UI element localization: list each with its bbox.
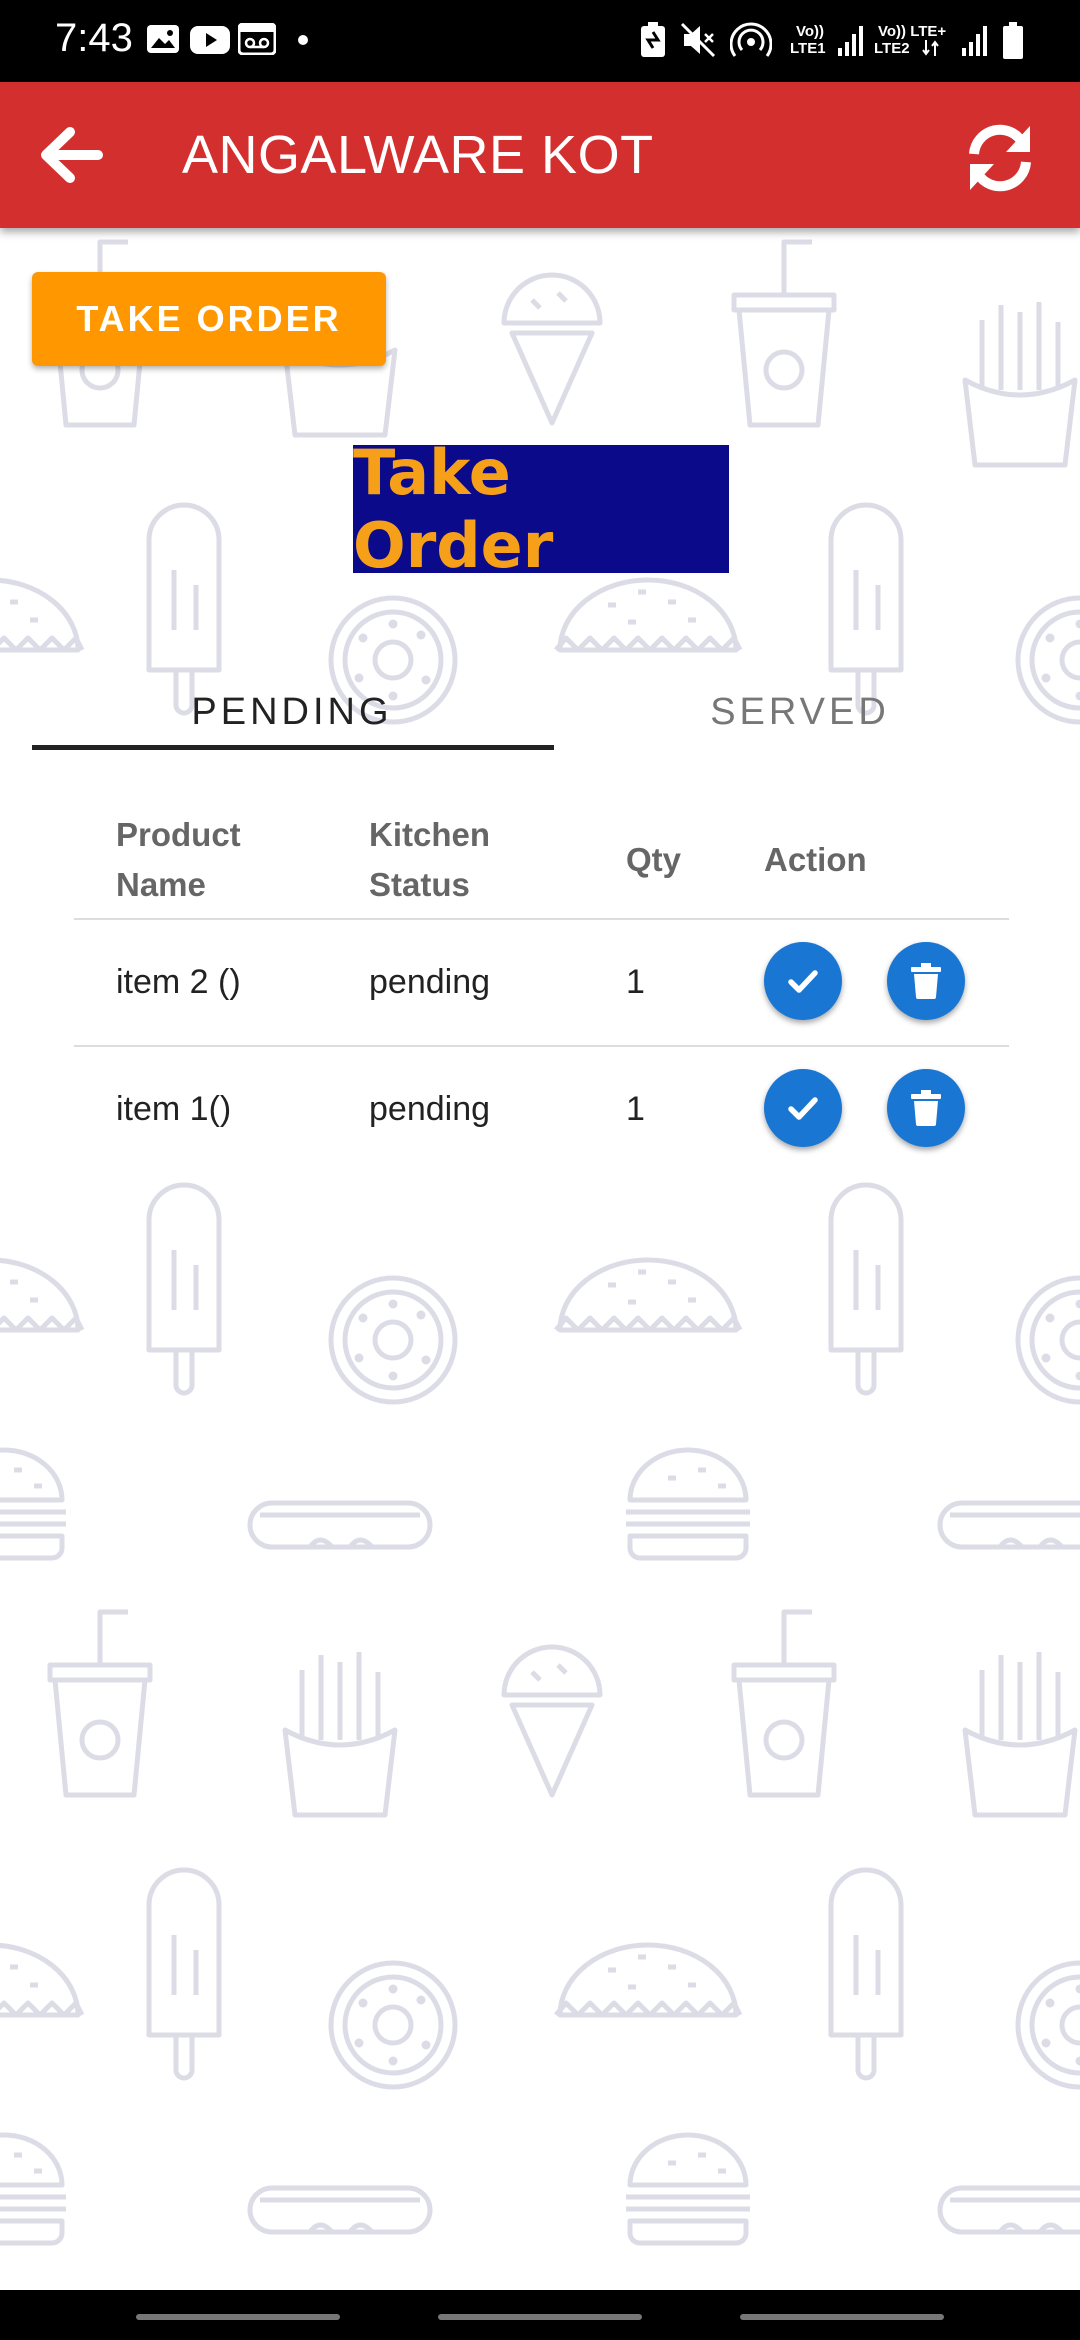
- arrow-left-icon: [41, 127, 103, 183]
- status-time: 7:43: [55, 16, 133, 60]
- sync-icon: [969, 124, 1031, 192]
- voicemail-icon: [238, 23, 276, 55]
- column-header-action: Action: [764, 841, 867, 878]
- product-name-cell: item 2 (): [116, 963, 241, 1001]
- kitchen-status-cell: pending: [369, 1090, 491, 1128]
- qty-cell: 1: [626, 963, 645, 1001]
- delete-item-button[interactable]: [887, 1069, 965, 1147]
- page-heading: Take Order: [353, 436, 729, 582]
- mark-served-button[interactable]: [764, 1069, 842, 1147]
- tab-served[interactable]: SERVED: [540, 662, 1060, 762]
- trash-icon: [911, 1090, 941, 1126]
- column-header-qty: Qty: [626, 841, 682, 878]
- kitchen-status-cell: pending: [369, 963, 491, 1001]
- table-header: Product Name Kitchen Status Qty Action: [74, 790, 1009, 920]
- battery-saver-icon: [641, 22, 665, 57]
- tab-indicator: [32, 745, 554, 750]
- column-header-product-name: Product Name: [116, 816, 241, 903]
- nav-back-handle[interactable]: [740, 2314, 944, 2320]
- product-name-cell: item 1(): [116, 1090, 232, 1128]
- qty-cell: 1: [626, 1090, 645, 1128]
- table-row: item 1() pending 1: [74, 1047, 1009, 1172]
- battery-icon: [1003, 22, 1023, 59]
- delete-item-button[interactable]: [887, 942, 965, 1020]
- nav-recents-handle[interactable]: [136, 2314, 340, 2320]
- hotspot-icon: [730, 22, 772, 57]
- youtube-icon: [190, 26, 230, 54]
- check-icon: [788, 970, 818, 993]
- take-order-button[interactable]: TAKE ORDER: [32, 272, 386, 366]
- data-arrows-icon: [922, 40, 939, 56]
- sim2-label-bottom: LTE2: [874, 40, 910, 57]
- table-row: item 2 () pending 1: [74, 920, 1009, 1047]
- nav-home-handle[interactable]: [438, 2314, 642, 2320]
- orders-table: Product Name Kitchen Status Qty Action i…: [74, 790, 1009, 1172]
- app-title: ANGALWARE KOT: [182, 125, 654, 185]
- trash-icon: [911, 963, 941, 999]
- signal-sim2-icon: [962, 26, 987, 56]
- app-bar: ANGALWARE KOT: [0, 82, 1080, 228]
- sim1-label-top: Vo)): [796, 23, 825, 40]
- mark-served-button[interactable]: [764, 942, 842, 1020]
- mute-icon: [680, 22, 716, 58]
- refresh-button[interactable]: [960, 118, 1040, 198]
- back-button[interactable]: [36, 120, 106, 190]
- sim2-label-top: Vo)) LTE+: [878, 23, 947, 40]
- gallery-icon: [147, 25, 179, 53]
- column-header-kitchen-status: Kitchen Status: [369, 816, 491, 903]
- status-bar: 7:43 Vo)) LTE1 Vo)) LTE+ LTE2: [0, 0, 1080, 82]
- notification-dot-icon: [298, 35, 308, 45]
- sim1-label-bottom: LTE1: [790, 40, 826, 57]
- navigation-bar: [0, 2290, 1080, 2340]
- signal-sim1-icon: [838, 26, 863, 56]
- check-icon: [788, 1097, 818, 1120]
